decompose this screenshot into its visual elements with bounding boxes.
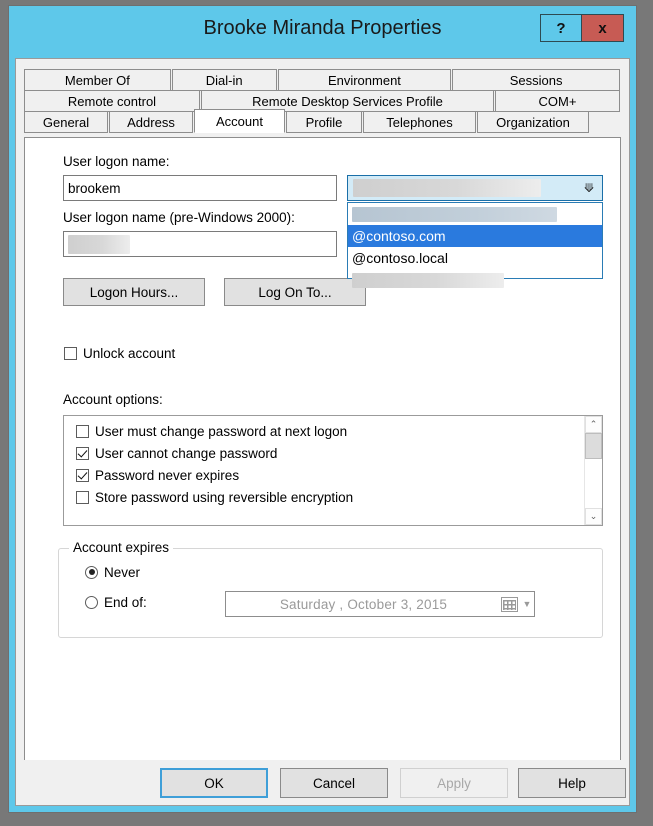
option-row-password-never-expires[interactable]: Password never expires bbox=[76, 464, 584, 486]
cancel-button[interactable]: Cancel bbox=[280, 768, 388, 798]
unlock-account-label: Unlock account bbox=[83, 345, 176, 361]
ok-button[interactable]: OK bbox=[160, 768, 268, 798]
log-on-to-button[interactable]: Log On To... bbox=[224, 278, 366, 306]
dialog-footer: OK Cancel Apply Help bbox=[16, 760, 629, 805]
scrollbar-track[interactable] bbox=[585, 433, 602, 508]
option-checkbox-must-change-password[interactable] bbox=[76, 424, 89, 438]
account-expires-never-label: Never bbox=[104, 564, 141, 580]
account-expires-date-picker[interactable]: Saturday , October 3, 2015 ▼ bbox=[225, 591, 535, 617]
tab-environment[interactable]: Environment bbox=[277, 69, 452, 91]
option-label-must-change-password: User must change password at next logon bbox=[95, 423, 348, 439]
redacted-pre-windows-2000-value bbox=[68, 234, 130, 254]
tab-account[interactable]: Account bbox=[194, 109, 285, 133]
tab-general[interactable]: General bbox=[24, 111, 108, 133]
scroll-up-arrow-icon[interactable]: ⌃ bbox=[585, 416, 602, 433]
tab-telephones[interactable]: Telephones bbox=[363, 111, 476, 133]
dropdown-item-contoso-local[interactable]: @contoso.local bbox=[348, 247, 602, 269]
close-button[interactable]: x bbox=[582, 14, 624, 42]
option-label-cannot-change-password: User cannot change password bbox=[95, 445, 278, 461]
unlock-account-checkbox[interactable] bbox=[64, 346, 77, 360]
pre-windows-2000-input[interactable] bbox=[63, 231, 337, 257]
dialog-body: Member Of Dial-in Environment Sessions R… bbox=[15, 58, 630, 806]
help-footer-button[interactable]: Help bbox=[518, 768, 626, 798]
redacted-selected-domain bbox=[353, 179, 541, 197]
tab-row-3: General Address Account Profile Telephon… bbox=[24, 109, 621, 133]
tab-strip: Member Of Dial-in Environment Sessions R… bbox=[24, 69, 621, 133]
user-logon-name-label: User logon name: bbox=[63, 154, 170, 169]
account-expires-never-radio[interactable] bbox=[85, 565, 98, 579]
option-checkbox-password-never-expires[interactable] bbox=[76, 468, 89, 482]
logon-hours-button[interactable]: Logon Hours... bbox=[63, 278, 205, 306]
account-tab-panel: User logon name: brookem ⟱ @contoso.com … bbox=[24, 137, 621, 762]
tab-sessions[interactable]: Sessions bbox=[452, 69, 620, 91]
option-checkbox-cannot-change-password[interactable] bbox=[76, 446, 89, 460]
account-options-label: Account options: bbox=[63, 392, 163, 407]
redacted-domain-option-1 bbox=[352, 206, 557, 222]
tab-organization[interactable]: Organization bbox=[477, 111, 589, 133]
option-label-password-never-expires: Password never expires bbox=[95, 467, 240, 483]
tab-address[interactable]: Address bbox=[109, 111, 193, 133]
redacted-domain-option-2 bbox=[352, 272, 504, 288]
dropdown-item-redacted-2[interactable] bbox=[348, 269, 602, 291]
account-options-items: User must change password at next logon … bbox=[64, 416, 584, 525]
scrollbar-thumb[interactable] bbox=[585, 433, 602, 459]
account-expires-end-of-label: End of: bbox=[104, 594, 147, 610]
tab-row-2: Remote control Remote Desktop Services P… bbox=[24, 90, 621, 112]
account-expires-never-row[interactable]: Never bbox=[85, 561, 140, 583]
calendar-icon[interactable] bbox=[501, 596, 518, 612]
account-expires-date-value: Saturday , October 3, 2015 bbox=[279, 596, 448, 612]
account-expires-end-of-radio[interactable] bbox=[85, 595, 98, 609]
account-expires-groupbox: Account expires Never End of: Saturday ,… bbox=[58, 540, 603, 638]
account-expires-end-of-row[interactable]: End of: bbox=[85, 591, 147, 613]
apply-button: Apply bbox=[400, 768, 508, 798]
tab-row-1: Member Of Dial-in Environment Sessions bbox=[24, 69, 621, 91]
chevron-down-icon[interactable]: ⟱ bbox=[576, 181, 602, 195]
option-row-reversible-encryption[interactable]: Store password using reversible encrypti… bbox=[76, 486, 584, 508]
unlock-account-checkbox-row[interactable]: Unlock account bbox=[64, 342, 175, 364]
option-checkbox-reversible-encryption[interactable] bbox=[76, 490, 89, 504]
user-logon-name-input[interactable]: brookem bbox=[63, 175, 337, 201]
dropdown-item-contoso-com[interactable]: @contoso.com bbox=[348, 225, 602, 247]
option-label-reversible-encryption: Store password using reversible encrypti… bbox=[95, 489, 354, 505]
title-bar: Brooke Miranda Properties ? x bbox=[9, 6, 636, 58]
account-expires-legend: Account expires bbox=[69, 540, 174, 555]
scroll-down-arrow-icon[interactable]: ⌄ bbox=[585, 508, 602, 525]
option-row-must-change-password[interactable]: User must change password at next logon bbox=[76, 420, 584, 442]
properties-dialog-window: Brooke Miranda Properties ? x Member Of … bbox=[8, 5, 637, 813]
domain-suffix-dropdown-list[interactable]: @contoso.com @contoso.local bbox=[347, 202, 603, 288]
option-row-cannot-change-password[interactable]: User cannot change password bbox=[76, 442, 584, 464]
help-button[interactable]: ? bbox=[540, 14, 582, 42]
tab-profile[interactable]: Profile bbox=[286, 111, 362, 133]
account-options-scrollbar[interactable]: ⌃ ⌄ bbox=[584, 416, 602, 525]
domain-suffix-selected-value bbox=[353, 179, 576, 197]
tab-com-plus[interactable]: COM+ bbox=[495, 90, 620, 112]
tab-remote-control[interactable]: Remote control bbox=[24, 90, 200, 112]
tab-member-of[interactable]: Member Of bbox=[24, 69, 171, 91]
account-options-list[interactable]: User must change password at next logon … bbox=[63, 415, 603, 526]
dropdown-item-redacted-1[interactable] bbox=[348, 203, 602, 225]
domain-suffix-combobox[interactable]: ⟱ bbox=[347, 175, 603, 201]
date-dropdown-arrow-icon[interactable]: ▼ bbox=[520, 599, 534, 609]
tab-dial-in[interactable]: Dial-in bbox=[171, 69, 277, 91]
pre-windows-2000-label: User logon name (pre-Windows 2000): bbox=[63, 210, 295, 225]
titlebar-button-group: ? x bbox=[540, 14, 624, 42]
